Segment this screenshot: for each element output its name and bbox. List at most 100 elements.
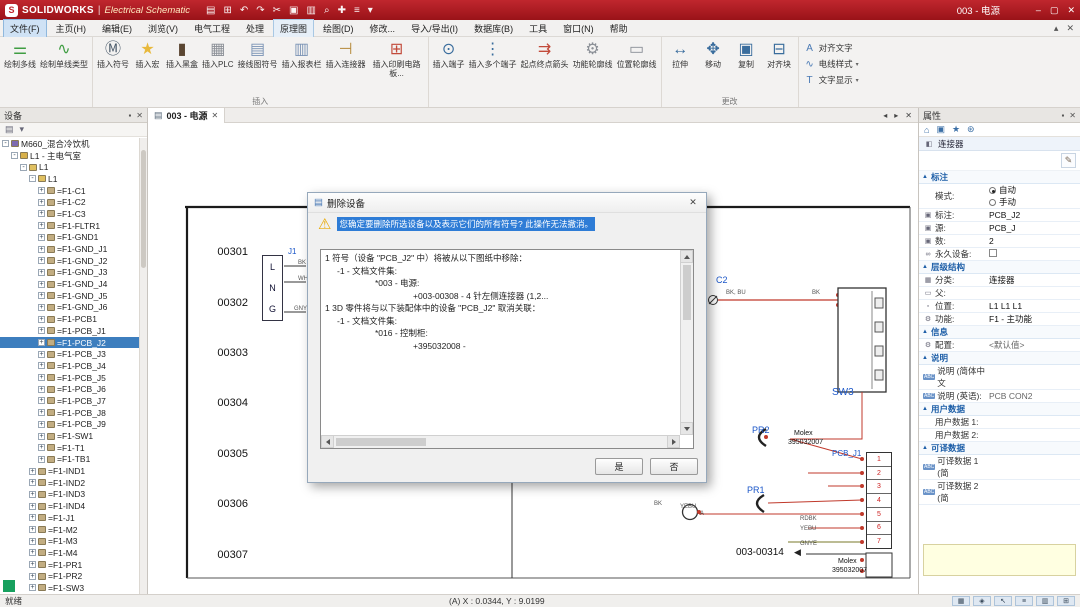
section-description[interactable]: ▲ 说明 (919, 352, 1080, 365)
scrollbar-thumb[interactable] (336, 438, 426, 446)
tree-item[interactable]: + =F1-PCB_J3 (0, 348, 139, 360)
edit-pencil-icon[interactable]: ✎ (1061, 153, 1076, 168)
tree-expander-icon[interactable]: + (38, 199, 45, 206)
tree-expander-icon[interactable]: + (38, 257, 45, 264)
function-value[interactable]: F1 - 主功能 (989, 313, 1080, 325)
menu-item[interactable]: 修改... (363, 19, 403, 38)
tree-expander-icon[interactable]: + (38, 316, 45, 323)
tree-item[interactable]: + =F1-IND1 (0, 465, 139, 477)
window-control-icon[interactable]: – (1036, 5, 1041, 16)
ribbon-button[interactable]: ⚌ 绘制多线 (2, 38, 38, 96)
tree-item[interactable]: + =F1-M2 (0, 524, 139, 536)
count-value[interactable]: 2 (989, 236, 1080, 246)
tree-expander-icon[interactable]: + (38, 409, 45, 416)
tree-expander-icon[interactable]: + (38, 210, 45, 217)
quick-access-icon[interactable]: ▾ (368, 5, 373, 16)
menubar-control-icon[interactable]: ✕ (1066, 23, 1074, 34)
ribbon-button[interactable]: ▤ 接线图符号 (236, 38, 280, 96)
scrollbar-thumb[interactable] (683, 265, 691, 320)
permanent-checkbox[interactable] (989, 249, 997, 257)
tree-expander-icon[interactable]: + (38, 327, 45, 334)
menu-item[interactable]: 处理 (239, 19, 271, 38)
tree-expander-icon[interactable]: + (38, 246, 45, 253)
tree-expander-icon[interactable]: - (29, 175, 36, 182)
menu-item[interactable]: 浏览(V) (141, 19, 185, 38)
tree-expander-icon[interactable]: + (38, 433, 45, 440)
quick-access-icon[interactable]: ▤ (206, 5, 215, 16)
config-value[interactable]: <默认值> (989, 339, 1080, 351)
properties-toolbar-icon[interactable]: ⌂ (924, 125, 929, 135)
tree-expander-icon[interactable]: + (38, 304, 45, 311)
ribbon-button[interactable]: ▥ 插入报表栏 (280, 38, 324, 96)
menu-item[interactable]: 帮助 (603, 19, 635, 38)
ribbon-small-button[interactable]: ∿ 电线样式 ▾ (804, 58, 859, 70)
ribbon-button[interactable]: ⋮ 插入多个端子 (467, 38, 519, 96)
properties-toolbar-icon[interactable]: ⊛ (967, 124, 975, 135)
status-toggle-icon[interactable]: ▥ (1036, 596, 1054, 606)
menu-item[interactable]: 窗口(N) (556, 19, 601, 38)
tree-item[interactable]: + =F1-GND_J4 (0, 278, 139, 290)
tree-expander-icon[interactable]: + (38, 386, 45, 393)
menu-item[interactable]: 主页(H) (49, 19, 94, 38)
tree-expander-icon[interactable]: + (38, 421, 45, 428)
window-control-icon[interactable]: ✕ (1067, 5, 1075, 16)
tree-item[interactable]: + =F1-GND_J3 (0, 267, 139, 279)
tree-item[interactable]: + =F1-PCB_J6 (0, 383, 139, 395)
panel-header-icon[interactable]: ▪ (1061, 111, 1064, 120)
tree-expander-icon[interactable]: + (38, 339, 45, 346)
status-toggle-icon[interactable]: ◈ (973, 596, 991, 606)
ribbon-button[interactable]: Ⓜ 插入符号 (95, 38, 131, 96)
tree-scrollbar[interactable] (139, 138, 147, 594)
tab-nav-icon[interactable]: ◂ (883, 111, 887, 120)
quick-access-icon[interactable]: ≡ (354, 5, 360, 16)
ribbon-button[interactable]: ⇉ 起点终点箭头 (519, 38, 571, 96)
properties-toolbar-icon[interactable]: ▣ (936, 124, 945, 135)
tree-item[interactable]: + =F1-M3 (0, 535, 139, 547)
tree-item[interactable]: + =F1-IND3 (0, 489, 139, 501)
tree-item[interactable]: + =F1-PCB_J2 (0, 337, 139, 349)
tree-item[interactable]: + =F1-PCB_J7 (0, 395, 139, 407)
tree-expander-icon[interactable]: + (29, 584, 36, 591)
ribbon-button[interactable]: ▣ 复制 (730, 38, 763, 96)
quick-access-icon[interactable]: ✂ (273, 5, 281, 16)
tree-expander-icon[interactable]: + (38, 351, 45, 358)
section-user-data[interactable]: ▲ 用户数据 (919, 403, 1080, 416)
dialog-titlebar[interactable]: ▤ 删除设备 ✕ (308, 193, 706, 213)
tree-item[interactable]: + =F1-J1 (0, 512, 139, 524)
tree-expander-icon[interactable]: + (29, 526, 36, 533)
status-toggle-icon[interactable]: ≡ (1015, 596, 1033, 606)
quick-access-icon[interactable]: ▥ (307, 5, 316, 16)
tree-item[interactable]: + =F1-IND2 (0, 477, 139, 489)
no-button[interactable]: 否 (650, 458, 698, 475)
tree-expander-icon[interactable]: + (38, 281, 45, 288)
menu-item[interactable]: 编辑(E) (95, 19, 139, 38)
connector-type-button[interactable]: ◧ 连接器 (919, 137, 1080, 151)
tree-expander-icon[interactable]: + (38, 397, 45, 404)
dialog-horizontal-scrollbar[interactable] (321, 435, 680, 448)
dialog-close-icon[interactable]: ✕ (686, 197, 700, 208)
tree-item[interactable]: + =F1-SW1 (0, 430, 139, 442)
class-value[interactable]: 连接器 (989, 274, 1080, 286)
tree-item[interactable]: + =F1-GND_J2 (0, 255, 139, 267)
tree-item[interactable]: - L1 - 主电气室 (0, 150, 139, 162)
tree-item[interactable]: + =F1-TB1 (0, 454, 139, 466)
tree-item[interactable]: + =F1-PCB1 (0, 313, 139, 325)
section-hierarchy[interactable]: ▲ 层级结构 (919, 261, 1080, 274)
tree-item[interactable]: + =F1-FLTR1 (0, 220, 139, 232)
quick-access-icon[interactable]: ✚ (338, 5, 346, 16)
tree-item[interactable]: + =F1-PCB_J4 (0, 360, 139, 372)
tree-expander-icon[interactable]: + (29, 503, 36, 510)
section-info[interactable]: ▲ 信息 (919, 326, 1080, 339)
tree-item[interactable]: + =F1-GND_J5 (0, 290, 139, 302)
radio-auto[interactable]: 自动 (989, 184, 1080, 196)
tree-expander-icon[interactable]: + (38, 269, 45, 276)
menu-item[interactable]: 数据库(B) (467, 19, 520, 38)
tree-expander-icon[interactable]: - (11, 152, 18, 159)
tree-item[interactable]: - L1 (0, 173, 139, 185)
tree-scrollbar-thumb[interactable] (141, 150, 146, 268)
ribbon-button[interactable]: ⊙ 插入端子 (431, 38, 467, 96)
ribbon-button[interactable]: ↔ 拉伸 (664, 38, 697, 96)
tab-nav-icon[interactable]: ✕ (905, 111, 912, 120)
section-annotation[interactable]: ▲ 标注 (919, 171, 1080, 184)
scroll-left-arrow-icon[interactable] (321, 435, 334, 448)
